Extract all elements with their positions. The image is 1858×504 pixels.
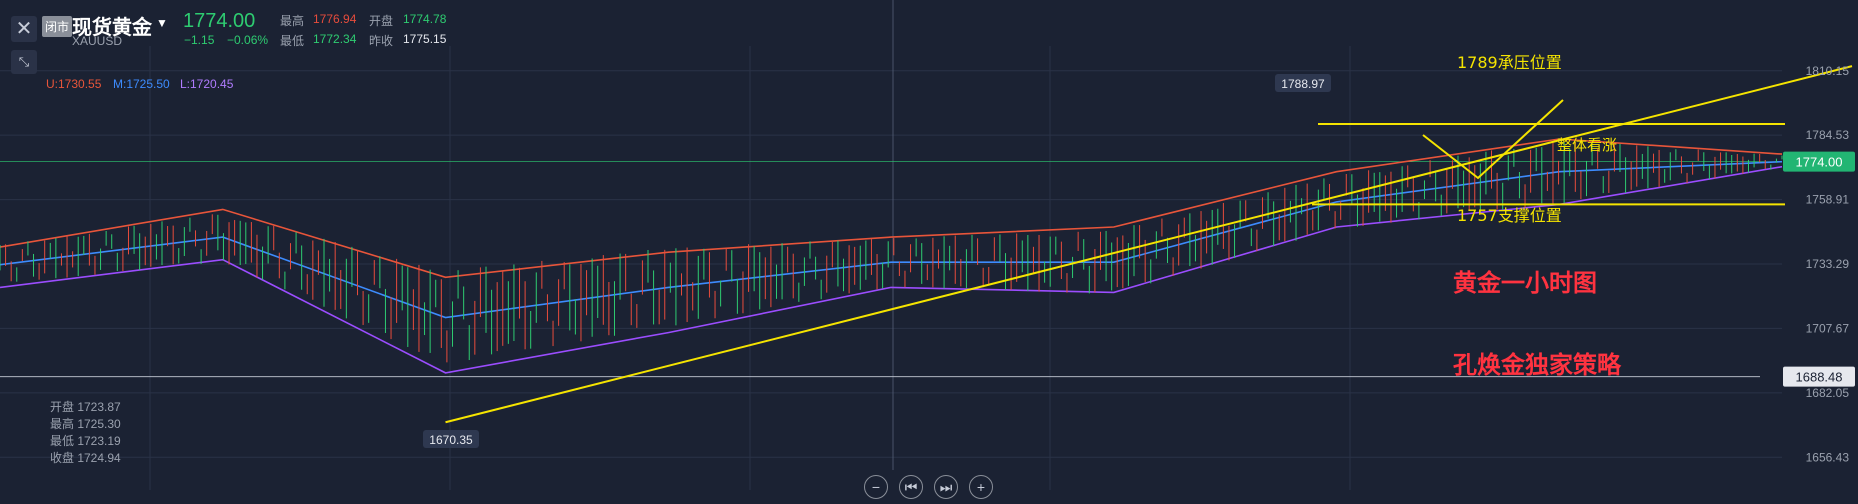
strategy-author: 孔焕金独家策略 [1453,351,1621,379]
open-value: 1774.78 [403,12,447,26]
scroll-end-button[interactable]: ⏭ [934,475,958,499]
middle-band-value: M:1725.50 [113,77,170,91]
peak-label: 1788.97 [1281,77,1325,91]
market-closed-badge: 闭市 [42,16,73,37]
current-price: 1774.00 [183,10,256,32]
axis-tick-label: 1682.05 [1806,386,1850,400]
prev-close-value: 1775.15 [403,32,447,46]
chart-title: 黄金一小时图 [1453,269,1597,297]
trough-label: 1670.35 [429,433,473,447]
price-axis: 1810.15 1784.53 1758.91 1733.29 1707.67 1682.… [1783,64,1855,464]
bullish-note: 整体看涨 [1557,136,1618,154]
low-label: 最低 [280,34,305,48]
price-chart: 1788.97 1670.35 1810.15 1784.53 1758.91 1733… [0,0,1855,490]
zoom-out-button[interactable]: − [864,475,888,499]
alert-price-tag: 1688.48 [1796,370,1843,385]
upper-band-value: U:1730.55 [46,77,102,91]
ohlc-low: 最低 1723.19 [50,434,121,448]
ohlc-open: 开盘 1723.87 [50,400,121,414]
prev-close-label: 昨收 [369,34,394,48]
chart-grid [0,0,1782,490]
chart-window: 1788.97 1670.35 1810.15 1784.53 1758.91 1733… [0,0,1858,504]
scroll-start-button[interactable]: ⏮ [899,475,923,499]
close-button[interactable]: ✕ [11,16,37,42]
open-label: 开盘 [369,14,394,28]
trend-lines: 1788.97 1670.35 [423,65,1853,448]
zoom-in-button[interactable]: + [969,475,993,499]
price-change-pct: −0.06% [227,33,269,47]
axis-tick-label: 1656.43 [1806,450,1850,464]
ohlc-high: 最高 1725.30 [50,417,121,431]
resistance-note: 1789承压位置 [1457,53,1562,72]
chevron-down-icon[interactable]: ▼ [156,16,168,30]
support-trendline [445,65,1853,424]
ohlc-close: 收盘 1724.94 [50,451,121,465]
axis-tick-label: 1810.15 [1806,64,1850,78]
current-price-tag: 1774.00 [1796,155,1843,170]
price-change: −1.15 [184,33,215,47]
draw-tool-button[interactable]: ⤡ [11,50,37,74]
axis-tick-label: 1784.53 [1806,128,1850,142]
lower-band-value: L:1720.45 [180,77,234,91]
symbol-code: XAUUSD [72,34,123,48]
axis-tick-label: 1733.29 [1806,257,1850,271]
candles [0,141,1783,363]
axis-tick-label: 1758.91 [1806,193,1850,207]
support-note: 1757支撑位置 [1457,206,1562,225]
low-value: 1772.34 [313,32,357,46]
axis-tick-label: 1707.67 [1806,321,1850,335]
high-value: 1776.94 [313,12,357,26]
high-label: 最高 [280,14,305,28]
bollinger-bands [0,138,1783,374]
